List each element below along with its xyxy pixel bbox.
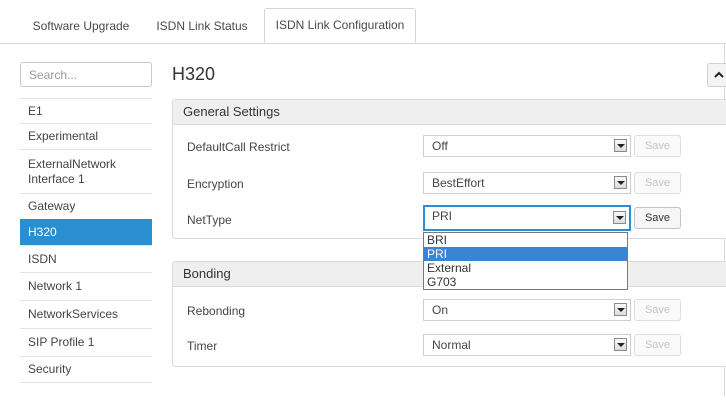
general-settings-panel: General Settings DefaultCall Restrict Of… [172, 99, 726, 239]
sidebar-item-label: NetworkServices [28, 307, 119, 321]
search-input[interactable] [20, 62, 152, 87]
timer-select[interactable]: Normal [423, 334, 631, 356]
dropdown-option-bri[interactable]: BRI [424, 233, 627, 247]
nettype-label: NetType [187, 213, 232, 227]
sidebar-item-network-1[interactable]: Network 1 [20, 272, 152, 300]
tab-isdn-link-configuration[interactable]: ISDN Link Configuration [264, 8, 416, 43]
rebonding-label: Rebonding [187, 304, 246, 318]
sidebar-item-h320[interactable]: H320 [20, 219, 152, 245]
chevron-up-icon [714, 71, 724, 78]
sidebar-item-label: Security [28, 362, 72, 376]
sidebar-item-label: H320 [28, 225, 57, 239]
sidebar-list: E1 Experimental ExternalNetwork Interfac… [20, 98, 152, 383]
tab-isdn-link-status[interactable]: ISDN Link Status [144, 10, 260, 43]
tab-software-upgrade[interactable]: Software Upgrade [20, 10, 142, 43]
sidebar-item-gateway[interactable]: Gateway [20, 193, 152, 219]
encryption-select[interactable]: BestEffort [423, 172, 631, 194]
sidebar-item-label: ExternalNetwork Interface 1 [28, 156, 117, 186]
sidebar-item-networkservices[interactable]: NetworkServices [20, 300, 152, 328]
dropdown-option-g703[interactable]: G703 [424, 275, 627, 289]
nettype-dropdown-list: BRI PRI External G703 [423, 232, 628, 290]
defaultcall-restrict-select[interactable]: Off [423, 135, 631, 157]
select-value: Off [432, 139, 448, 153]
sidebar-item-sip-profile-1[interactable]: SIP Profile 1 [20, 328, 152, 356]
sidebar-item-label: ISDN [28, 251, 57, 266]
defaultcall-restrict-save-button[interactable]: Save [634, 135, 681, 157]
rebonding-select[interactable]: On [423, 299, 631, 321]
tab-bar: Software Upgrade ISDN Link Status ISDN L… [0, 0, 726, 44]
select-value: On [432, 303, 449, 317]
sidebar-item-label: Experimental [28, 129, 99, 143]
sidebar-item-label: Gateway [28, 199, 76, 213]
sidebar-item-label: SIP Profile 1 [28, 335, 95, 349]
general-settings-heading: General Settings [173, 100, 726, 125]
sidebar-item-label: Network 1 [28, 279, 83, 293]
page-title: H320 [172, 64, 216, 84]
dropdown-arrow-icon[interactable] [613, 211, 626, 224]
sidebar-item-label: E1 [28, 103, 43, 118]
sidebar-item-security[interactable]: Security [20, 356, 152, 383]
dropdown-arrow-icon[interactable] [614, 176, 627, 189]
sidebar-item-isdn[interactable]: ISDN [20, 245, 152, 272]
select-value: Normal [432, 338, 471, 352]
dropdown-option-external[interactable]: External [424, 261, 627, 275]
defaultcall-restrict-label: DefaultCall Restrict [187, 140, 290, 154]
sidebar-item-experimental[interactable]: Experimental [20, 123, 152, 149]
nettype-select[interactable]: PRI [423, 205, 631, 231]
dropdown-option-pri[interactable]: PRI [424, 247, 627, 261]
dropdown-arrow-icon[interactable] [614, 303, 627, 316]
sidebar-item-externalnetwork-interface-1[interactable]: ExternalNetwork Interface 1 [20, 149, 152, 193]
encryption-save-button[interactable]: Save [634, 172, 681, 194]
timer-save-button[interactable]: Save [634, 334, 681, 356]
nettype-save-button[interactable]: Save [634, 207, 681, 229]
collapse-button[interactable] [707, 63, 726, 87]
encryption-label: Encryption [187, 177, 244, 191]
sidebar-item-e1[interactable]: E1 [20, 98, 152, 123]
select-value: PRI [432, 209, 453, 223]
timer-label: Timer [187, 339, 218, 353]
dropdown-arrow-icon[interactable] [614, 139, 627, 152]
dropdown-arrow-icon[interactable] [614, 338, 627, 351]
select-value: BestEffort [432, 176, 485, 190]
rebonding-save-button[interactable]: Save [634, 299, 681, 321]
